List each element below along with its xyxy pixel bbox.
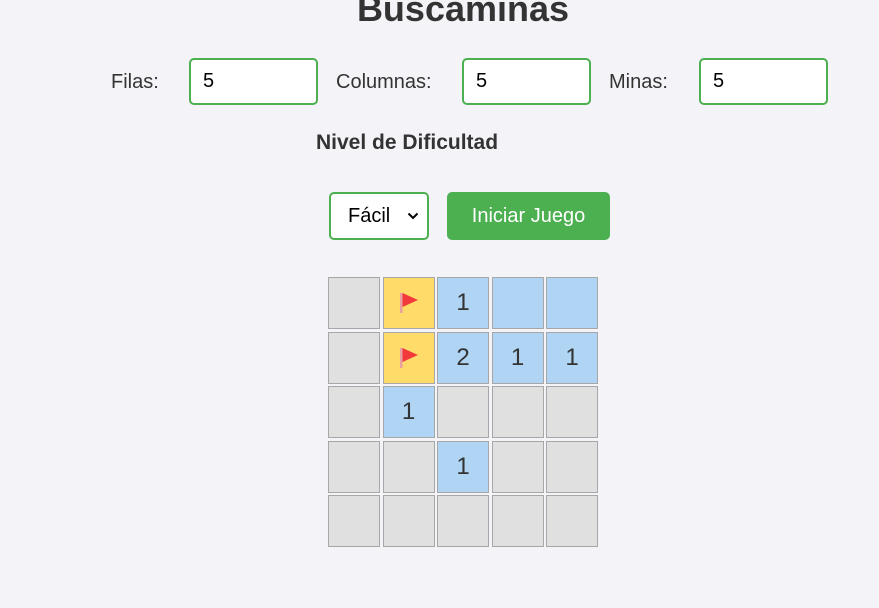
board-cell[interactable]	[437, 495, 489, 547]
difficulty-heading: Nivel de Dificultad	[316, 131, 499, 154]
mines-label: Minas:	[609, 71, 668, 93]
chevron-down-icon	[407, 212, 419, 220]
board-cell[interactable]	[328, 331, 380, 384]
mines-input[interactable]	[699, 58, 828, 105]
board-cell[interactable]	[491, 386, 544, 438]
board-cell[interactable]	[546, 386, 598, 438]
board-cell[interactable]: 1	[437, 440, 489, 493]
page-title: Buscaminas	[356, 0, 570, 29]
board-cell[interactable]	[382, 440, 435, 493]
difficulty-selected-value: Fácil	[348, 204, 391, 227]
cell-number: 2	[456, 343, 470, 371]
cell-number: 1	[456, 289, 470, 316]
board-cell[interactable]	[328, 277, 380, 329]
board-cell[interactable]: 2	[437, 331, 489, 384]
board-cell[interactable]	[328, 386, 380, 438]
cell-number: 1	[565, 343, 579, 371]
page: Buscaminas Filas: Columnas: Minas: Nivel…	[0, 0, 879, 608]
flag-icon	[396, 345, 422, 371]
board-cell[interactable]: 1	[437, 277, 489, 329]
game-board: 1 2 1 1 1 1	[328, 277, 598, 547]
start-game-button[interactable]: Iniciar Juego	[447, 192, 610, 240]
cols-label: Columnas:	[336, 71, 432, 93]
rows-input[interactable]	[189, 58, 318, 105]
cols-input[interactable]	[462, 58, 591, 105]
board-cell[interactable]: 1	[382, 386, 435, 438]
board-cell[interactable]: 1	[546, 331, 598, 384]
board-cell[interactable]	[546, 277, 598, 329]
flag-icon	[396, 290, 422, 316]
cell-number: 1	[456, 452, 470, 480]
board-cell[interactable]	[437, 386, 489, 438]
rows-label: Filas:	[111, 71, 159, 93]
cell-number: 1	[510, 343, 525, 371]
board-cell[interactable]	[328, 495, 380, 547]
board-cell[interactable]	[382, 331, 435, 384]
board-cell[interactable]	[328, 440, 380, 493]
difficulty-select[interactable]: Fácil	[329, 192, 429, 240]
board-cell[interactable]	[491, 440, 544, 493]
board-cell[interactable]	[491, 277, 544, 329]
board-cell[interactable]	[491, 495, 544, 547]
board-cell[interactable]	[546, 495, 598, 547]
board-cell[interactable]: 1	[491, 331, 544, 384]
board-cell[interactable]	[546, 440, 598, 493]
cell-number: 1	[401, 398, 416, 425]
board-cell[interactable]	[382, 495, 435, 547]
board-cell[interactable]	[382, 277, 435, 329]
